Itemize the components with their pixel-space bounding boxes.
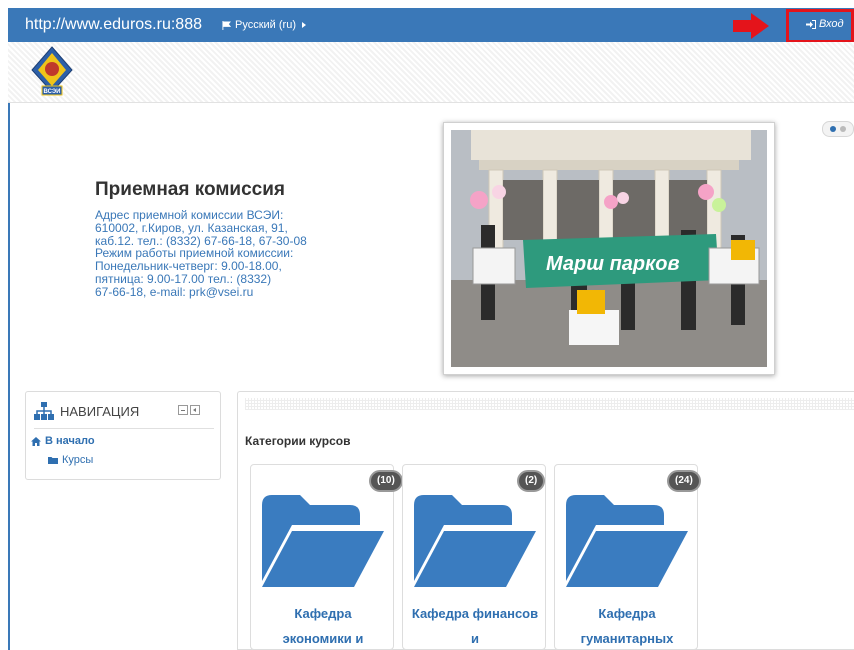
sitemap-icon xyxy=(34,402,54,420)
home-icon xyxy=(31,436,41,446)
category-name: Кафедра экономики и xyxy=(251,601,395,650)
collapse-icon[interactable] xyxy=(178,405,188,415)
block-controls xyxy=(178,405,200,415)
page: http://www.eduros.ru:888 Русский (ru) Вх… xyxy=(0,0,854,650)
category-name-line: экономики и xyxy=(282,631,364,646)
course-count-badge: (24) xyxy=(667,470,701,492)
folder-open-icon xyxy=(566,495,688,587)
nav-courses-label: Курсы xyxy=(62,454,94,466)
course-count-badge: (2) xyxy=(517,470,546,492)
logo-text: ВСЭИ xyxy=(44,89,61,95)
login-link[interactable]: Вход xyxy=(806,18,844,30)
category-name-line: и xyxy=(471,631,479,646)
folder-open-icon xyxy=(414,495,536,587)
admission-line: Адрес приемной комиссии ВСЭИ: xyxy=(95,208,284,222)
category-card[interactable]: (2) Кафедра финансов и xyxy=(402,464,546,650)
category-name: Кафедра финансов и xyxy=(403,601,547,650)
navigation-header: НАВИГАЦИЯ xyxy=(34,402,139,420)
admission-line: пятница: 9.00-17.00 тел.: (8332) xyxy=(95,271,272,286)
language-menu[interactable]: Русский (ru) xyxy=(222,19,306,31)
folder-icon xyxy=(48,457,58,464)
slideshow-photo-frame: Марш парков xyxy=(443,122,775,375)
category-name-line: Кафедра финансов xyxy=(411,606,539,621)
banner-text: Марш парков xyxy=(546,253,680,275)
admission-line: 610002, г.Киров, ул. Казанская, 91, xyxy=(95,220,288,235)
top-navbar: http://www.eduros.ru:888 Русский (ru) xyxy=(8,8,854,42)
navigation-title: НАВИГАЦИЯ xyxy=(60,403,140,419)
institute-logo[interactable]: ВСЭИ xyxy=(30,46,74,98)
caret-right-icon xyxy=(301,22,306,28)
header-logo-strip: ВСЭИ xyxy=(8,42,854,103)
slideshow-photo[interactable]: Марш парков xyxy=(451,130,767,367)
flag-icon xyxy=(222,20,231,30)
category-card[interactable]: (10) Кафедра экономики и xyxy=(250,464,403,650)
nav-home-link[interactable]: В начало xyxy=(31,435,95,447)
red-arrow-icon xyxy=(733,13,769,39)
nav-home-label: В начало xyxy=(45,435,95,447)
category-name-line: гуманитарных xyxy=(580,631,674,646)
course-count-badge: (10) xyxy=(369,470,403,492)
admission-title: Приемная комиссия xyxy=(95,179,285,200)
left-border xyxy=(8,103,10,650)
category-name: Кафедра гуманитарных xyxy=(555,601,699,650)
site-url-link[interactable]: http://www.eduros.ru:888 xyxy=(25,16,202,34)
category-name-line: Кафедра xyxy=(598,606,656,621)
dock-icon[interactable] xyxy=(190,405,200,415)
category-name-line: Кафедра xyxy=(294,606,352,621)
language-label: Русский (ru) xyxy=(235,19,296,31)
category-card[interactable]: (24) Кафедра гуманитарных xyxy=(554,464,701,650)
categories-heading: Категории курсов xyxy=(245,434,351,448)
section-pattern-bar xyxy=(245,398,854,410)
sign-in-icon xyxy=(806,19,816,29)
admission-text: Адрес приемной комиссии ВСЭИ: 610002, г.… xyxy=(95,209,365,299)
divider xyxy=(34,428,214,429)
admission-email-line[interactable]: 67-66-18, e-mail: prk@vsei.ru xyxy=(95,285,365,299)
login-label: Вход xyxy=(819,18,844,30)
slideshow-toggle-icon[interactable] xyxy=(822,121,854,137)
folder-open-icon xyxy=(262,495,384,587)
nav-courses-link[interactable]: Курсы xyxy=(48,454,93,466)
